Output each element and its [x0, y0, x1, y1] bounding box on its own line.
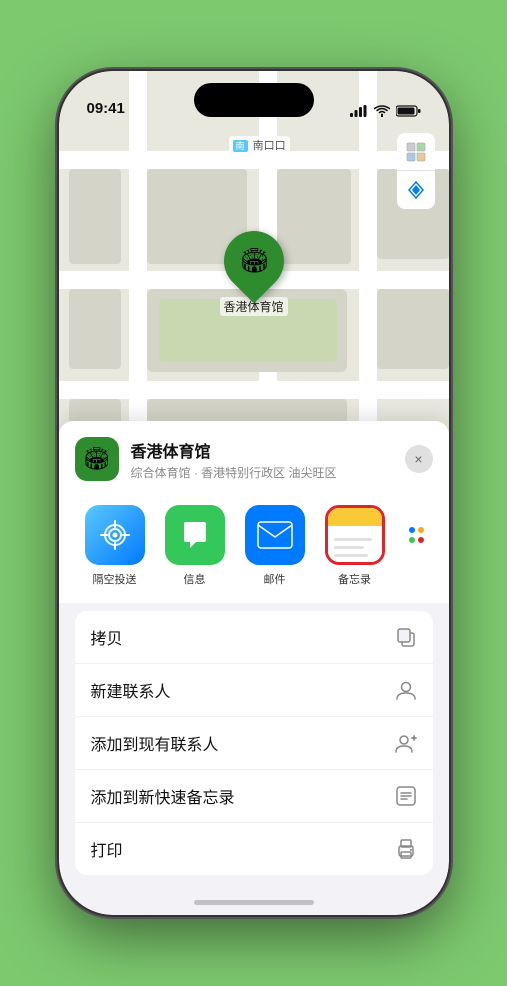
map-pin-circle: 🏟	[211, 219, 296, 304]
map-type-button[interactable]	[397, 133, 435, 171]
notes-line4	[334, 562, 360, 565]
messages-label: 信息	[184, 571, 206, 587]
map-block5	[69, 169, 121, 264]
venue-icon: 🏟	[75, 437, 119, 481]
add-note-icon	[395, 785, 417, 807]
more-icon-box	[395, 505, 439, 565]
map-pin: 🏟 香港体育馆	[219, 231, 287, 316]
notes-inner	[328, 508, 382, 562]
battery-icon	[396, 105, 421, 117]
map-block6	[69, 289, 121, 369]
menu-item-add-existing[interactable]: 添加到现有联系人	[75, 717, 433, 770]
bottom-sheet: 🏟 香港体育馆 综合体育馆 · 香港特别行政区 油尖旺区 ×	[59, 421, 449, 915]
close-button[interactable]: ×	[405, 445, 433, 473]
print-icon	[395, 838, 417, 860]
phone-screen: 09:41	[59, 71, 449, 915]
notes-app-item[interactable]: 备忘录	[315, 505, 395, 587]
menu-item-copy-text: 拷贝	[91, 625, 123, 649]
notes-lines	[334, 538, 376, 565]
app-icons-container: 隔空投送 信息	[59, 493, 449, 603]
add-contact-icon	[395, 732, 417, 754]
messages-icon	[178, 518, 212, 552]
notes-line1	[334, 538, 372, 541]
venue-name: 香港体育馆	[131, 438, 405, 462]
menu-item-add-note[interactable]: 添加到新快速备忘录	[75, 770, 433, 823]
dot3	[409, 537, 415, 543]
menu-item-new-contact[interactable]: 新建联系人	[75, 664, 433, 717]
airdrop-icon	[99, 519, 131, 551]
stadium-icon: 🏟	[238, 247, 268, 276]
location-icon	[407, 181, 425, 199]
dot4	[418, 537, 424, 543]
new-contact-icon	[395, 679, 417, 701]
notes-line3	[334, 554, 368, 557]
location-button[interactable]	[397, 171, 435, 209]
map-block2	[277, 169, 351, 264]
map-south-entrance-label: 南 南口口	[229, 136, 290, 154]
more-dots	[409, 527, 424, 543]
status-time: 09:41	[87, 100, 125, 117]
notes-icon-box	[325, 505, 385, 565]
dot2	[418, 527, 424, 533]
airdrop-app-item[interactable]: 隔空投送	[75, 505, 155, 587]
mail-icon-box	[245, 505, 305, 565]
map-road-h3	[59, 381, 449, 399]
map-block4	[377, 289, 449, 369]
messages-icon-box	[165, 505, 225, 565]
airdrop-icon-box	[85, 505, 145, 565]
airdrop-label: 隔空投送	[93, 571, 137, 587]
mail-label: 邮件	[264, 571, 286, 587]
sheet-header: 🏟 香港体育馆 综合体育馆 · 香港特别行政区 油尖旺区 ×	[59, 421, 449, 493]
home-indicator	[194, 900, 314, 905]
copy-icon	[395, 626, 417, 648]
menu-item-new-contact-text: 新建联系人	[91, 678, 171, 702]
phone-frame: 09:41	[59, 71, 449, 915]
notes-label: 备忘录	[338, 571, 371, 587]
wifi-icon	[374, 105, 390, 117]
status-icons	[350, 105, 421, 117]
map-controls	[397, 133, 435, 209]
menu-item-add-existing-text: 添加到现有联系人	[91, 731, 219, 755]
mail-icon	[257, 521, 293, 549]
more-app-item[interactable]	[395, 505, 439, 587]
venue-info: 香港体育馆 综合体育馆 · 香港特别行政区 油尖旺区	[131, 438, 405, 481]
menu-item-print[interactable]: 打印	[75, 823, 433, 875]
more-dots-row2	[409, 537, 424, 543]
dot1	[409, 527, 415, 533]
map-type-icon	[406, 142, 426, 162]
notes-line2	[334, 546, 364, 549]
dynamic-island	[194, 83, 314, 117]
mail-app-item[interactable]: 邮件	[235, 505, 315, 587]
menu-item-add-note-text: 添加到新快速备忘录	[91, 784, 235, 808]
more-dots-row1	[409, 527, 424, 533]
menu-item-copy[interactable]: 拷贝	[75, 611, 433, 664]
notes-top-bar	[328, 508, 382, 526]
menu-item-print-text: 打印	[91, 837, 123, 861]
menu-items: 拷贝 新建联系人 添加到现有联系人	[75, 611, 433, 875]
messages-app-item[interactable]: 信息	[155, 505, 235, 587]
venue-sub: 综合体育馆 · 香港特别行政区 油尖旺区	[131, 464, 405, 481]
signal-icon	[350, 105, 368, 117]
